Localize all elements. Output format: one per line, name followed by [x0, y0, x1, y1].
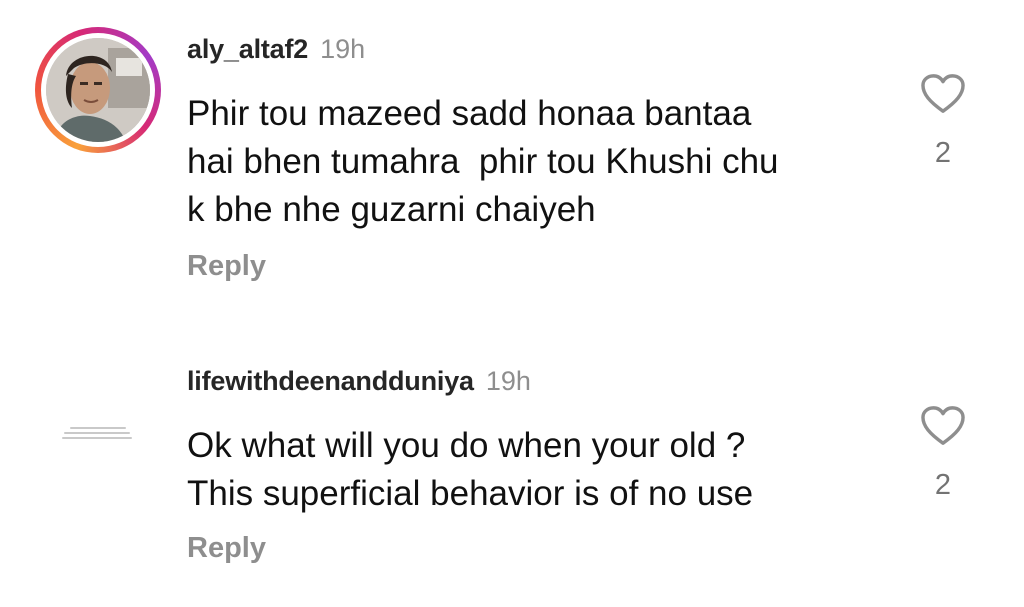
- avatar-border: [41, 33, 155, 147]
- comment-item: aly_altaf2 19h Phir tou mazeed sadd hona…: [0, 0, 1024, 300]
- comment-text: Ok what will you do when your old ? This…: [187, 426, 754, 513]
- comments-list: aly_altaf2 19h Phir tou mazeed sadd hona…: [0, 0, 1024, 607]
- story-ring[interactable]: [35, 27, 161, 153]
- reply-button[interactable]: Reply: [187, 250, 266, 283]
- avatar-photo: [46, 38, 150, 142]
- comment-text: Phir tou mazeed sadd honaa bantaa hai bh…: [187, 94, 779, 229]
- avatar-text-line: [64, 432, 130, 434]
- like-control: 2: [918, 405, 968, 502]
- reply-button[interactable]: Reply: [187, 532, 266, 565]
- avatar[interactable]: [58, 415, 140, 451]
- like-count[interactable]: 2: [935, 469, 951, 502]
- like-control: 2: [918, 73, 968, 170]
- timestamp: 19h: [485, 366, 531, 396]
- avatar-text-line: [70, 427, 126, 429]
- avatar[interactable]: [46, 38, 150, 142]
- comment-item: lifewithdeenandduniya 19h Ok what will y…: [0, 330, 1024, 607]
- username[interactable]: lifewithdeenandduniya: [187, 366, 474, 397]
- comment-header: aly_altaf2 19h: [187, 34, 365, 65]
- heart-outline-icon[interactable]: [920, 73, 966, 115]
- heart-outline-icon[interactable]: [920, 405, 966, 447]
- comment-header: lifewithdeenandduniya 19h: [187, 366, 531, 397]
- timestamp: 19h: [320, 34, 366, 64]
- like-count[interactable]: 2: [935, 137, 951, 170]
- avatar-text-line: [62, 437, 132, 439]
- username[interactable]: aly_altaf2: [187, 34, 308, 65]
